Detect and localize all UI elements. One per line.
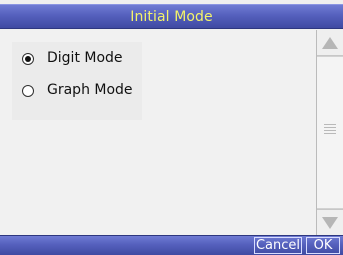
bottom-soft-key-bar: Cancel OK bbox=[0, 235, 343, 255]
mode-options-panel: Digit Mode Graph Mode bbox=[0, 30, 316, 235]
scroll-down-button[interactable] bbox=[317, 209, 343, 235]
radio-button-selected-icon[interactable] bbox=[22, 53, 34, 65]
grip-lines-icon bbox=[324, 127, 336, 128]
radio-button-unselected-icon[interactable] bbox=[22, 85, 34, 97]
digit-mode-option[interactable]: Digit Mode bbox=[12, 48, 162, 72]
digit-mode-label: Digit Mode bbox=[47, 50, 123, 66]
initial-mode-dialog: Initial Mode Digit Mode Graph Mode Cance… bbox=[0, 0, 343, 255]
vertical-scrollbar[interactable] bbox=[316, 30, 343, 235]
graph-mode-label: Graph Mode bbox=[47, 82, 133, 98]
down-triangle-icon bbox=[322, 217, 338, 229]
mode-option-list: Digit Mode Graph Mode bbox=[12, 42, 142, 120]
title-bar: Initial Mode bbox=[0, 4, 343, 29]
grip-lines-icon bbox=[324, 130, 336, 131]
scroll-up-button[interactable] bbox=[317, 30, 343, 56]
grip-lines-icon bbox=[324, 124, 336, 125]
graph-mode-option[interactable]: Graph Mode bbox=[12, 80, 162, 104]
ok-button[interactable]: OK bbox=[306, 237, 340, 254]
dialog-title: Initial Mode bbox=[130, 9, 213, 25]
grip-lines-icon bbox=[324, 133, 336, 134]
up-triangle-icon bbox=[322, 37, 338, 49]
cancel-button[interactable]: Cancel bbox=[254, 237, 302, 254]
scroll-track[interactable] bbox=[317, 56, 343, 209]
